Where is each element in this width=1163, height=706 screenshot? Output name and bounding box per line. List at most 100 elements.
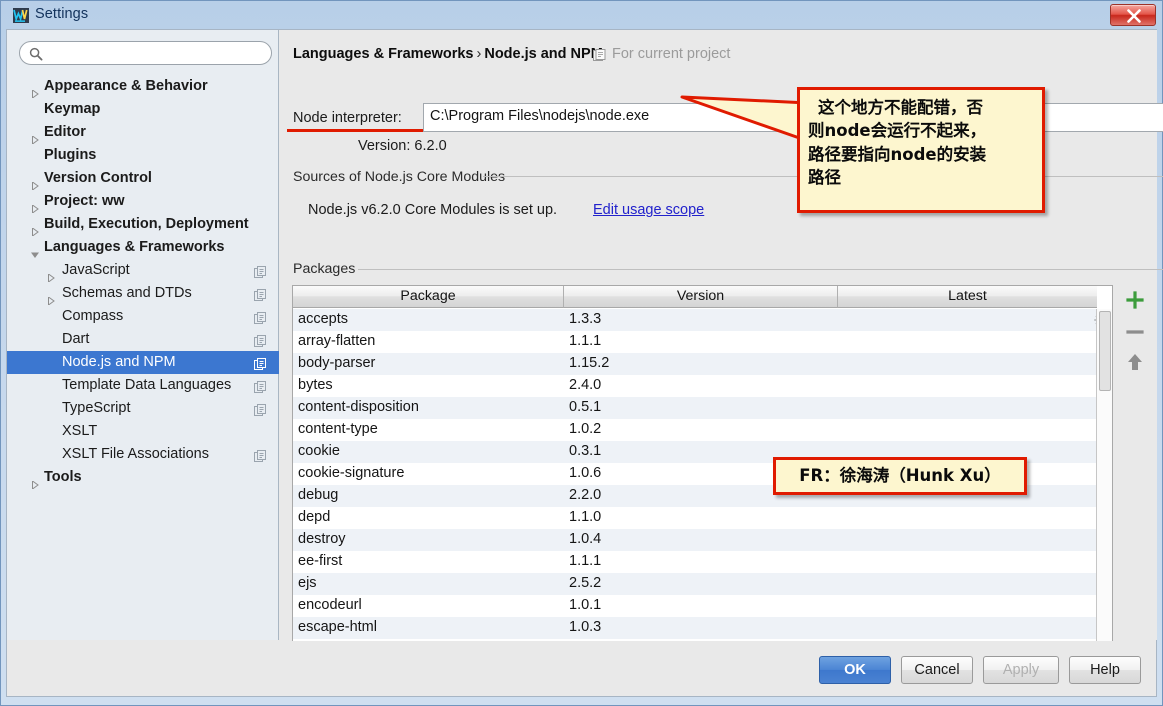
table-row[interactable]: body-parser 1.15.2 <box>293 353 1112 375</box>
cell-version: 1.0.2 <box>569 421 602 437</box>
cell-latest <box>838 419 1112 441</box>
cell-package: cookie <box>298 443 340 459</box>
sidebar-item-javascript[interactable]: JavaScript <box>7 259 279 283</box>
settings-window: Settings Appearance & Behavior Keymap Edit… <box>0 0 1163 706</box>
upgrade-package-button[interactable] <box>1120 349 1150 377</box>
sidebar-item-label: Compass <box>62 308 124 324</box>
cell-package: content-type <box>298 421 378 437</box>
cell-version: 1.1.0 <box>569 509 602 525</box>
sidebar-item-schemas-and-dtds[interactable]: Schemas and DTDs <box>7 282 279 306</box>
sidebar-item-label: Build, Execution, Deployment <box>44 216 249 232</box>
annotation-line: 这个地方不能配错，否 <box>818 98 983 117</box>
cell-version: 1.0.4 <box>569 531 602 547</box>
sidebar-item-version-control[interactable]: Version Control <box>7 167 279 191</box>
chevron-right-icon[interactable] <box>31 175 39 191</box>
table-row[interactable]: array-flatten 1.1.1 <box>293 331 1112 353</box>
column-header-package[interactable]: Package <box>293 286 564 308</box>
chevron-right-icon[interactable] <box>31 83 39 99</box>
sidebar-item-node-js-and-npm[interactable]: Node.js and NPM <box>7 351 279 374</box>
sidebar-item-label: Node.js and NPM <box>62 354 176 370</box>
sidebar-item-project-ww[interactable]: Project: ww <box>7 190 279 214</box>
cell-version: 1.1.1 <box>569 333 602 349</box>
node-interpreter-label: Node interpreter: <box>293 110 402 126</box>
table-row[interactable]: bytes 2.4.0 <box>293 375 1112 397</box>
packages-table-scrollbar[interactable] <box>1096 309 1112 642</box>
sidebar-item-build-execution-deployment[interactable]: Build, Execution, Deployment <box>7 213 279 237</box>
annotation-callout-node-path-text: 这个地方不能配错，否 则node会运行不起来， 路径要指向node的安装 路径 <box>800 90 1042 190</box>
breadcrumb: Languages & Frameworks › Node.js and NPM <box>293 46 603 62</box>
column-header-version[interactable]: Version <box>564 286 838 308</box>
sidebar-search-box[interactable] <box>19 41 272 65</box>
breadcrumb-parent[interactable]: Languages & Frameworks <box>293 46 474 62</box>
sidebar-item-xslt-file-associations[interactable]: XSLT File Associations <box>7 443 279 466</box>
sidebar-item-dart[interactable]: Dart <box>7 328 279 351</box>
cell-version: 0.5.1 <box>569 399 602 415</box>
chevron-right-icon[interactable] <box>31 129 39 145</box>
cell-package: depd <box>298 509 331 525</box>
cell-latest <box>838 397 1112 419</box>
sidebar-item-typescript[interactable]: TypeScript <box>7 397 279 420</box>
packages-toolbar <box>1120 285 1152 642</box>
cell-latest <box>838 309 1112 331</box>
settings-tree: Appearance & Behavior Keymap Editor Plugins… <box>7 75 279 490</box>
cell-package: ee-first <box>298 553 343 569</box>
sidebar-item-languages-frameworks[interactable]: Languages & Frameworks <box>7 236 279 259</box>
cell-latest <box>838 507 1112 529</box>
window-title: Settings <box>35 6 89 22</box>
sidebar-item-keymap[interactable]: Keymap <box>7 98 279 121</box>
sidebar-item-label: Project: ww <box>44 193 125 209</box>
cell-latest <box>838 573 1112 595</box>
node-interpreter-value: C:\Program Files\nodejs\node.exe <box>430 108 650 124</box>
table-row[interactable]: depd 1.1.0 <box>293 507 1112 529</box>
sidebar-item-appearance-behavior[interactable]: Appearance & Behavior <box>7 75 279 99</box>
remove-package-button[interactable] <box>1120 318 1150 346</box>
table-row[interactable]: ejs 2.5.2 <box>293 573 1112 595</box>
sidebar-item-label: XSLT <box>62 423 98 439</box>
sidebar-item-label: Version Control <box>44 170 152 186</box>
sidebar-item-editor[interactable]: Editor <box>7 121 279 145</box>
table-row[interactable]: escape-html 1.0.3 <box>293 617 1112 639</box>
close-window-button[interactable] <box>1110 4 1156 26</box>
table-row[interactable]: encodeurl 1.0.1 <box>293 595 1112 617</box>
chevron-right-icon[interactable] <box>47 267 55 283</box>
dialog-footer: OK Cancel Apply Help <box>6 641 1157 697</box>
sidebar-item-label: Schemas and DTDs <box>62 285 192 301</box>
chevron-right-icon[interactable] <box>31 198 39 214</box>
sidebar-item-template-data-languages[interactable]: Template Data Languages <box>7 374 279 397</box>
table-row[interactable]: content-disposition 0.5.1 <box>293 397 1112 419</box>
search-input[interactable] <box>48 43 266 63</box>
chevron-right-icon[interactable] <box>31 221 39 237</box>
add-package-button[interactable] <box>1120 287 1150 315</box>
cell-version: 1.0.3 <box>569 619 602 635</box>
sidebar-item-xslt[interactable]: XSLT <box>7 420 279 443</box>
sidebar-item-label: XSLT File Associations <box>62 446 209 462</box>
sidebar-item-tools[interactable]: Tools <box>7 466 279 490</box>
sidebar-item-label: Keymap <box>44 101 101 117</box>
edit-usage-scope-link[interactable]: Edit usage scope <box>593 202 704 218</box>
table-row[interactable]: destroy 1.0.4 <box>293 529 1112 551</box>
cell-package: ejs <box>298 575 317 591</box>
chevron-right-icon[interactable] <box>47 290 55 306</box>
chevron-down-icon[interactable] <box>31 244 39 258</box>
column-header-latest[interactable]: Latest <box>838 286 1097 308</box>
cell-package: content-disposition <box>298 399 419 415</box>
arrow-up-icon <box>1128 354 1142 370</box>
help-button[interactable]: Help <box>1069 656 1141 684</box>
node-interpreter-combobox[interactable]: C:\Program Files\nodejs\node.exe <box>423 103 1163 132</box>
ok-button[interactable]: OK <box>819 656 891 684</box>
chevron-right-icon[interactable] <box>31 474 39 490</box>
cancel-button[interactable]: Cancel <box>901 656 973 684</box>
cell-package: array-flatten <box>298 333 376 349</box>
sidebar-item-label: TypeScript <box>62 400 131 416</box>
cell-latest <box>838 529 1112 551</box>
table-row[interactable]: content-type 1.0.2 <box>293 419 1112 441</box>
settings-sidebar: Appearance & Behavior Keymap Editor Plugins… <box>7 30 279 640</box>
table-row[interactable]: ee-first 1.1.1 <box>293 551 1112 573</box>
close-icon <box>1127 9 1141 23</box>
sidebar-item-label: Template Data Languages <box>62 377 232 393</box>
sidebar-item-plugins[interactable]: Plugins <box>7 144 279 167</box>
sidebar-item-compass[interactable]: Compass <box>7 305 279 328</box>
sidebar-item-label: Editor <box>44 124 86 140</box>
table-row[interactable]: accepts 1.3.3 <box>293 309 1112 331</box>
packages-table-scrollbar-thumb[interactable] <box>1099 311 1111 391</box>
